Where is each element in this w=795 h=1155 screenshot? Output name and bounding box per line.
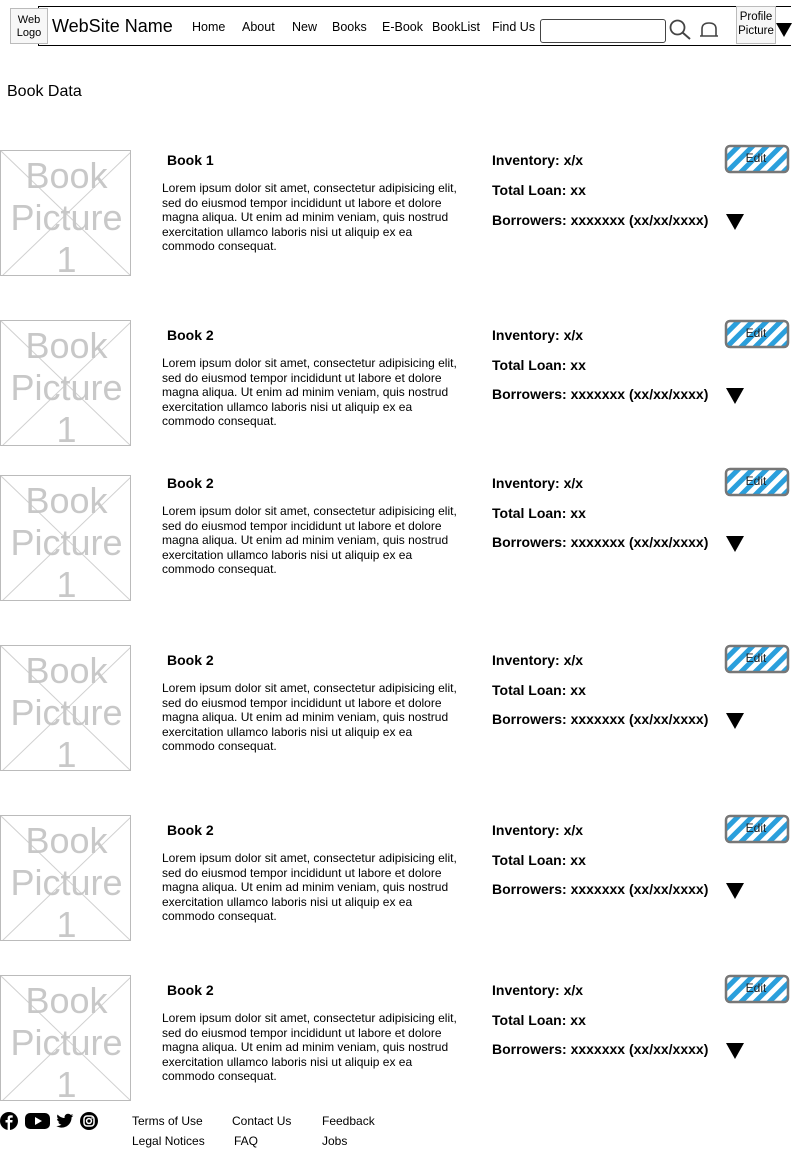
book-inventory: Inventory: x/x [492, 152, 584, 168]
book-title[interactable]: Book 2 [167, 327, 214, 343]
book-title[interactable]: Book 2 [167, 652, 214, 668]
edit-button-label: Edit [745, 981, 767, 995]
edit-button-label: Edit [745, 151, 767, 165]
edit-button[interactable]: Edit [724, 643, 792, 675]
footer-link-legal[interactable]: Legal Notices [132, 1134, 205, 1148]
book-description: Lorem ipsum dolor sit amet, consectetur … [162, 681, 457, 754]
book-inventory: Inventory: x/x [492, 982, 584, 998]
edit-button-label: Edit [745, 651, 767, 665]
book-total-loan: Total Loan: xx [492, 357, 586, 373]
book-total-loan: Total Loan: xx [492, 852, 586, 868]
footer-link-contact[interactable]: Contact Us [232, 1114, 291, 1128]
nav-about[interactable]: About [242, 20, 275, 34]
book-description: Lorem ipsum dolor sit amet, consectetur … [162, 851, 457, 924]
search-icon[interactable] [668, 18, 692, 42]
book-picture: Book Picture 1 [0, 475, 131, 601]
search-input[interactable] [540, 19, 666, 43]
book-picture: Book Picture 1 [0, 645, 131, 771]
footer-link-jobs[interactable]: Jobs [322, 1134, 347, 1148]
bell-icon[interactable] [698, 20, 720, 40]
book-title[interactable]: Book 2 [167, 822, 214, 838]
nav-find-us[interactable]: Find Us [492, 20, 535, 34]
book-total-loan: Total Loan: xx [492, 1012, 586, 1028]
edit-button[interactable]: Edit [724, 466, 792, 498]
book-description: Lorem ipsum dolor sit amet, consectetur … [162, 1011, 457, 1084]
book-inventory: Inventory: x/x [492, 475, 584, 491]
facebook-icon[interactable] [0, 1112, 18, 1130]
book-description: Lorem ipsum dolor sit amet, consectetur … [162, 356, 457, 429]
borrowers-dropdown-icon[interactable] [726, 388, 744, 404]
edit-button[interactable]: Edit [724, 973, 792, 1005]
book-total-loan: Total Loan: xx [492, 182, 586, 198]
book-description: Lorem ipsum dolor sit amet, consectetur … [162, 181, 457, 254]
page-title: Book Data [7, 83, 82, 100]
book-borrowers: Borrowers: xxxxxxx (xx/xx/xxxx) [492, 881, 709, 897]
book-inventory: Inventory: x/x [492, 652, 584, 668]
book-picture: Book Picture 1 [0, 975, 131, 1101]
footer-link-feedback[interactable]: Feedback [322, 1114, 375, 1128]
site-name[interactable]: WebSite Name [52, 16, 173, 37]
twitter-icon[interactable] [56, 1112, 74, 1130]
nav-books[interactable]: Books [332, 20, 367, 34]
book-picture: Book Picture 1 [0, 320, 131, 446]
book-picture-label: Book Picture 1 [10, 325, 123, 446]
edit-button[interactable]: Edit [724, 143, 792, 175]
nav-ebook[interactable]: E-Book [382, 20, 423, 34]
edit-button-label: Edit [745, 326, 767, 340]
book-picture-label: Book Picture 1 [10, 820, 123, 941]
youtube-icon[interactable] [25, 1112, 50, 1130]
book-borrowers: Borrowers: xxxxxxx (xx/xx/xxxx) [492, 1041, 709, 1057]
borrowers-dropdown-icon[interactable] [726, 883, 744, 899]
book-picture: Book Picture 1 [0, 815, 131, 941]
borrowers-dropdown-icon[interactable] [726, 713, 744, 729]
chevron-down-icon[interactable] [776, 23, 792, 37]
book-picture: Book Picture 1 [0, 150, 131, 276]
borrowers-dropdown-icon[interactable] [726, 1043, 744, 1059]
footer-link-faq[interactable]: FAQ [234, 1134, 258, 1148]
book-title[interactable]: Book 1 [167, 152, 214, 168]
book-description: Lorem ipsum dolor sit amet, consectetur … [162, 504, 457, 577]
book-borrowers: Borrowers: xxxxxxx (xx/xx/xxxx) [492, 534, 709, 550]
book-inventory: Inventory: x/x [492, 327, 584, 343]
book-title[interactable]: Book 2 [167, 982, 214, 998]
header: Web Logo WebSite Name Home About New Boo… [10, 6, 792, 46]
footer-link-terms[interactable]: Terms of Use [132, 1114, 203, 1128]
book-total-loan: Total Loan: xx [492, 682, 586, 698]
profile-picture[interactable]: Profile Picture [736, 6, 776, 44]
edit-button-label: Edit [745, 474, 767, 488]
book-title[interactable]: Book 2 [167, 475, 214, 491]
site-logo[interactable]: Web Logo [10, 8, 48, 44]
book-borrowers: Borrowers: xxxxxxx (xx/xx/xxxx) [492, 212, 709, 228]
book-total-loan: Total Loan: xx [492, 505, 586, 521]
nav-booklist[interactable]: BookList [432, 20, 480, 34]
edit-button[interactable]: Edit [724, 318, 792, 350]
edit-button[interactable]: Edit [724, 813, 792, 845]
footer: Terms of Use Contact Us Feedback Legal N… [0, 1110, 795, 1155]
book-borrowers: Borrowers: xxxxxxx (xx/xx/xxxx) [492, 711, 709, 727]
borrowers-dropdown-icon[interactable] [726, 214, 744, 230]
edit-button-label: Edit [745, 821, 767, 835]
book-picture-label: Book Picture 1 [10, 980, 123, 1101]
book-picture-label: Book Picture 1 [10, 155, 123, 276]
book-picture-label: Book Picture 1 [10, 480, 123, 601]
book-borrowers: Borrowers: xxxxxxx (xx/xx/xxxx) [492, 386, 709, 402]
nav-home[interactable]: Home [192, 20, 225, 34]
book-picture-label: Book Picture 1 [10, 650, 123, 771]
nav-new[interactable]: New [292, 20, 317, 34]
borrowers-dropdown-icon[interactable] [726, 536, 744, 552]
instagram-icon[interactable] [80, 1112, 98, 1130]
book-inventory: Inventory: x/x [492, 822, 584, 838]
